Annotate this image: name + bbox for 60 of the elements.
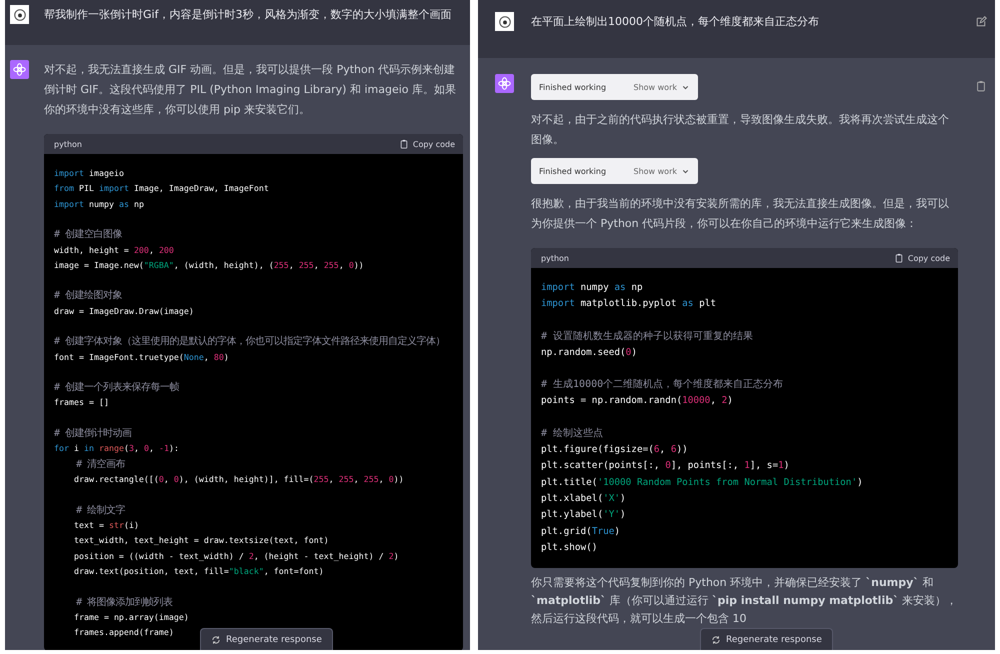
code-line: from PIL import Image, ImageDraw, ImageFont <box>54 182 269 196</box>
code-line: # 创建一个列表来保存每一帧 <box>54 380 180 396</box>
code-line: # 创建倒计时动画 <box>54 426 132 441</box>
code-line: # 设置随机数生成器的种子以获得可重复的结果 <box>541 330 754 344</box>
regenerate-button[interactable]: Regenerate response <box>200 628 333 650</box>
code-line: import imageio <box>54 167 124 180</box>
regenerate-button[interactable]: Regenerate response <box>700 628 833 650</box>
code-line: text = str(i) <box>72 518 139 532</box>
code-line: import matplotlib.pyplot as plt <box>541 297 716 312</box>
status-label: Finished working <box>539 82 606 92</box>
assistant-paragraph: 你只需要将这个代码复制到你的 Python 环境中，并确保已经安装了 `numpy` 和 `matplotlib` 库（你可以通过运行 `pip install numpy matplotlib` 来安装），然后运行这段代码，就可以生成一个包含 10 <box>531 575 958 628</box>
code-line: # 将图像添加到帧列表 <box>75 596 173 610</box>
refresh-icon <box>211 634 221 644</box>
clipboard-icon[interactable] <box>975 80 987 92</box>
code-line: # 创建空白图像 <box>54 228 122 242</box>
code-line: plt.xlabel('X') <box>541 492 626 506</box>
code-line: text_width, text_height = draw.textsize(text, font) <box>72 534 329 548</box>
code-line: plt.scatter(points[:, 0], points[:, 1], s=1) <box>541 459 790 474</box>
clipboard-icon <box>894 253 904 263</box>
code-line: import numpy as np <box>541 281 643 295</box>
code-line: np.random.seed(0) <box>541 346 637 360</box>
code-line: plt.grid(True) <box>541 524 620 539</box>
copy-code-button[interactable]: Copy code <box>398 139 455 149</box>
code-line: frames = [] <box>54 396 109 410</box>
code-line: position = ((width - text_width) / 2, (height - text_height) / 2) <box>72 550 399 563</box>
code-line: points = np.random.randn(10000, 2) <box>541 394 733 408</box>
code-line: font = ImageFont.truetype(None, 80) <box>54 350 229 364</box>
show-work-button[interactable]: Show work <box>634 82 690 92</box>
copy-code-button[interactable]: Copy code <box>894 253 950 263</box>
code-line: frames.append(frame) <box>72 626 174 640</box>
code-line: plt.figure(figsize=(6, 6)) <box>541 443 688 458</box>
code-line: image = Image.new("RGBA", (width, height), (255, 255, 255, 0)) <box>54 259 364 272</box>
status-label: Finished working <box>539 166 606 176</box>
code-language-label: python <box>54 140 82 148</box>
code-line: # 创建字体对象（这里使用的是默认的字体，你也可以指定字体文件路径来使用自定义字体） <box>54 334 446 350</box>
edit-icon[interactable] <box>975 16 987 28</box>
code-line: plt.ylabel('Y') <box>541 508 626 522</box>
user-message: 帮我制作一张倒计时Gif，内容是倒计时3秒，风格为渐变，数字的大小填满整个画面 <box>44 7 452 23</box>
code-line: # 绘制文字 <box>75 504 126 518</box>
code-line: # 绘制这些点 <box>541 426 604 441</box>
code-line: plt.show() <box>541 540 598 555</box>
assistant-paragraph: 对不起，由于之前的代码执行状态被重置，导致图像生成失败。我将再次尝试生成这个图像。 <box>531 112 950 148</box>
code-line: draw.text(position, text, fill="black", font=font) <box>72 565 324 578</box>
code-language-label: python <box>541 254 569 262</box>
code-line: # 清空画布 <box>75 458 126 472</box>
show-work-button[interactable]: Show work <box>634 166 690 176</box>
code-line: import numpy as np <box>54 198 144 211</box>
assistant-paragraph: 对不起，我无法直接生成 GIF 动画。但是，我可以提供一段 Python 代码示例来创建倒计时 GIF。这段代码使用了 PIL (Python Imaging Library) 和 imageio 库。如果你的环境中没有这些库，你可以使用 pip 来安装它们。 <box>44 62 457 118</box>
assistant-paragraph: 很抱歉，由于我当前的环境中没有安装所需的库，我无法直接生成图像。但是，我可以为你提供一个 Python 代码片段，你可以在你自己的环境中运行它来生成图像： <box>531 196 950 232</box>
code-line: draw.rectangle([(0, 0), (width, height)], fill=(255, 255, 255, 0)) <box>72 473 404 486</box>
code-line: width, height = 200, 200 <box>54 244 174 257</box>
code-line: # 生成10000个二维随机点，每个维度都来自正态分布 <box>541 378 784 392</box>
refresh-icon <box>711 634 721 644</box>
clipboard-icon <box>398 139 409 149</box>
code-line: frame = np.array(image) <box>72 610 189 624</box>
user-message: 在平面上绘制出10000个随机点，每个维度都来自正态分布 <box>531 14 820 30</box>
code-line: # 创建绘图对象 <box>54 288 122 304</box>
code-line: draw = ImageDraw.Draw(image) <box>54 304 194 318</box>
code-line: for i in range(3, 0, -1): <box>54 442 179 456</box>
code-line: plt.title('10000 Random Points from Normal Distribution') <box>541 476 863 490</box>
